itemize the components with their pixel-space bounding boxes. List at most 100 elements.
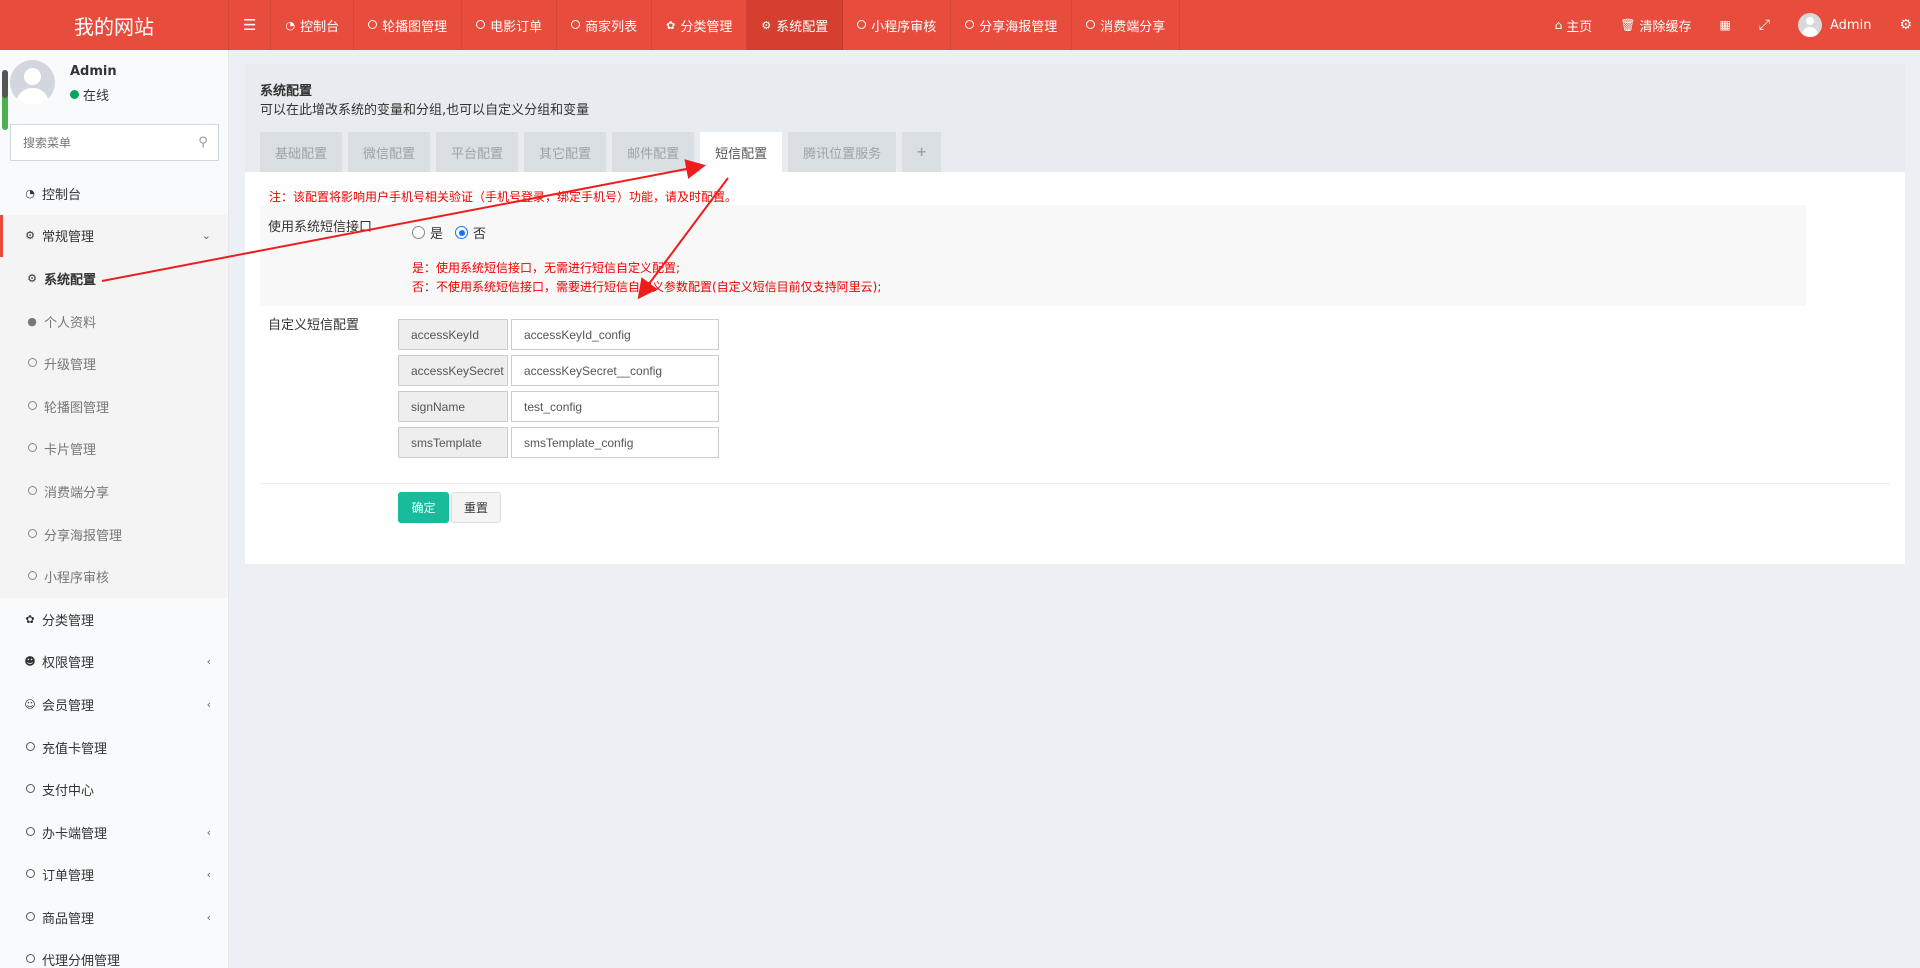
clear-cache-button[interactable]: 🗑 清除缓存 bbox=[1606, 0, 1705, 50]
cogs-icon: ⚙ bbox=[25, 229, 35, 243]
field-key: smsTemplate bbox=[398, 427, 508, 458]
sidebar-item-dashboard[interactable]: ◔ 控制台 bbox=[0, 172, 228, 215]
sidebar-item-orders[interactable]: 订单管理 ‹ bbox=[0, 854, 228, 897]
fullscreen-button[interactable]: ⤢ bbox=[1745, 0, 1784, 50]
field-key: signName bbox=[398, 391, 508, 422]
sidebar-item-carousel[interactable]: 轮播图管理 bbox=[0, 384, 228, 428]
circle-icon bbox=[24, 570, 40, 583]
help-yes: 是：使用系统短信接口，无需进行短信自定义配置; bbox=[412, 261, 681, 275]
sidebar-item-members[interactable]: ☺ 会员管理 ‹ bbox=[0, 683, 228, 726]
tab-platform[interactable]: 平台配置 bbox=[436, 132, 519, 172]
radio-no[interactable]: 否 bbox=[455, 223, 486, 242]
sign-name-input[interactable]: test_config bbox=[511, 391, 719, 422]
dashboard-icon: ◔ bbox=[25, 186, 35, 200]
page-subtitle: 可以在此增改系统的变量和分组,也可以自定义分组和变量 bbox=[260, 103, 590, 118]
circle-icon bbox=[22, 826, 38, 839]
panel-heading: 系统配置 可以在此增改系统的变量和分组,也可以自定义分组和变量 基础配置 微信配… bbox=[245, 64, 1905, 172]
home-icon: ⌂ bbox=[1554, 18, 1563, 32]
sidebar-item-upgrade[interactable]: 升级管理 bbox=[0, 342, 228, 385]
sidebar: Admin 在线 ⚲ ◔控制台 ⚙常规管理⌄ ⚙系统配置 ●个人资料 升级管理 … bbox=[0, 50, 229, 968]
sidebar-item-payment[interactable]: 支付中心 bbox=[0, 768, 228, 811]
sidebar-item-system-config[interactable]: ⚙ 系统配置 bbox=[0, 257, 228, 300]
reset-button[interactable]: 重置 bbox=[451, 492, 501, 523]
top-nav-movie-orders[interactable]: 电影订单 bbox=[462, 0, 558, 50]
access-key-id-input[interactable]: accessKeyId_config bbox=[511, 319, 719, 350]
avatar bbox=[1798, 13, 1822, 37]
tab-sms[interactable]: 短信配置 bbox=[700, 132, 783, 172]
sms-notice: 注：该配置将影响用户手机号相关验证（手机号登录，绑定手机号）功能，请及时配置。 bbox=[269, 190, 738, 204]
sidebar-item-agent-commission[interactable]: 代理分佣管理 bbox=[0, 939, 228, 968]
use-system-sms-radios: 是 否 bbox=[412, 223, 498, 242]
home-link[interactable]: ⌂ 主页 bbox=[1541, 0, 1607, 50]
top-navbar: 我的网站 ☰ ◔ 控制台 轮播图管理 电影订单 商家列表 ✿ 分类管理 ⚙ 系统配置 … bbox=[0, 0, 1920, 50]
submit-button[interactable]: 确定 bbox=[398, 492, 449, 523]
search-icon[interactable]: ⚲ bbox=[188, 135, 218, 150]
chevron-left-icon: ‹ bbox=[206, 825, 211, 839]
top-nav-merchants[interactable]: 商家列表 bbox=[557, 0, 653, 50]
circle-icon bbox=[1086, 19, 1096, 32]
settings-button[interactable]: ⚙ bbox=[1885, 0, 1920, 50]
sidebar-item-permissions[interactable]: ☻ 权限管理 ‹ bbox=[0, 641, 228, 684]
sidebar-item-miniprogram-review[interactable]: 小程序审核 bbox=[0, 555, 228, 598]
top-nav-consumer-share[interactable]: 消费端分享 bbox=[1072, 0, 1181, 50]
gear-icon: ⚙ bbox=[27, 271, 37, 285]
translate-icon: ▦ bbox=[1719, 18, 1731, 32]
top-nav-category[interactable]: ✿ 分类管理 bbox=[652, 0, 748, 50]
sidebar-item-card-issuing[interactable]: 办卡端管理 ‹ bbox=[0, 811, 228, 854]
field-access-key-secret: accessKeySecret accessKeySecret__config bbox=[398, 355, 719, 386]
tab-email[interactable]: 邮件配置 bbox=[612, 132, 695, 172]
dashboard-icon: ◔ bbox=[285, 18, 296, 32]
radio-no-circle[interactable] bbox=[455, 226, 469, 239]
field-access-key-id: accessKeyId accessKeyId_config bbox=[398, 319, 719, 350]
sidebar-toggle-button[interactable]: ☰ bbox=[229, 0, 272, 50]
access-key-secret-input[interactable]: accessKeySecret__config bbox=[511, 355, 719, 386]
tab-tencent-location[interactable]: 腾讯位置服务 bbox=[788, 132, 897, 172]
tab-wechat[interactable]: 微信配置 bbox=[348, 132, 431, 172]
top-nav-dashboard[interactable]: ◔ 控制台 bbox=[271, 0, 355, 50]
form-divider bbox=[260, 483, 1890, 484]
circle-icon bbox=[24, 357, 40, 370]
circle-icon bbox=[571, 19, 581, 32]
chevron-left-icon: ‹ bbox=[206, 655, 211, 669]
chevron-left-icon: ‹ bbox=[206, 868, 211, 882]
avatar bbox=[10, 60, 55, 105]
top-nav-system-config[interactable]: ⚙ 系统配置 bbox=[747, 0, 844, 50]
user-icon: ● bbox=[27, 314, 37, 328]
sidebar-item-recharge-cards[interactable]: 充值卡管理 bbox=[0, 726, 228, 769]
field-sms-template: smsTemplate smsTemplate_config bbox=[398, 427, 719, 458]
users-icon: ☻ bbox=[24, 655, 36, 669]
menu-search-input[interactable] bbox=[11, 125, 188, 160]
sidebar-item-share-poster[interactable]: 分享海报管理 bbox=[0, 512, 228, 556]
tab-basic[interactable]: 基础配置 bbox=[260, 132, 343, 172]
use-system-sms-label: 使用系统短信接口 bbox=[268, 220, 373, 235]
user-panel: Admin 在线 bbox=[0, 50, 228, 120]
top-nav-miniprogram-review[interactable]: 小程序审核 bbox=[843, 0, 952, 50]
top-nav-carousel[interactable]: 轮播图管理 bbox=[354, 0, 463, 50]
circle-icon bbox=[857, 19, 867, 32]
field-key: accessKeyId bbox=[398, 319, 508, 350]
circle-icon bbox=[965, 19, 975, 32]
site-logo[interactable]: 我的网站 bbox=[0, 0, 229, 50]
sidebar-item-category[interactable]: ✿ 分类管理 bbox=[0, 598, 228, 641]
sidebar-item-consumer-share[interactable]: 消费端分享 bbox=[0, 470, 228, 513]
sidebar-item-general[interactable]: ⚙ 常规管理 ⌄ bbox=[0, 214, 228, 258]
top-nav-share-poster[interactable]: 分享海报管理 bbox=[951, 0, 1073, 50]
radio-yes[interactable]: 是 bbox=[412, 223, 443, 242]
sms-template-input[interactable]: smsTemplate_config bbox=[511, 427, 719, 458]
sidebar-item-cards[interactable]: 卡片管理 bbox=[0, 427, 228, 471]
circle-icon bbox=[24, 485, 40, 498]
circle-icon bbox=[24, 528, 40, 541]
radio-yes-circle[interactable] bbox=[412, 226, 425, 239]
circle-icon bbox=[22, 953, 38, 966]
sidebar-item-profile[interactable]: ● 个人资料 bbox=[0, 299, 228, 343]
circle-icon bbox=[22, 741, 38, 754]
sidebar-item-products[interactable]: 商品管理 ‹ bbox=[0, 896, 228, 939]
expand-icon: ⤢ bbox=[1758, 17, 1770, 33]
add-tab-button[interactable]: + bbox=[902, 132, 942, 172]
user-menu[interactable]: Admin bbox=[1784, 0, 1885, 50]
top-right-toolbar: ⌂ 主页 🗑 清除缓存 ▦ ⤢ Admin ⚙ bbox=[1541, 0, 1920, 50]
use-system-sms-row: 使用系统短信接口 是 否 是：使用系统短信接口，无需进行短信自定义配置; 否：不… bbox=[260, 205, 1806, 306]
custom-sms-label: 自定义短信配置 bbox=[268, 318, 360, 333]
language-button[interactable]: ▦ bbox=[1705, 0, 1744, 50]
tab-other[interactable]: 其它配置 bbox=[524, 132, 607, 172]
